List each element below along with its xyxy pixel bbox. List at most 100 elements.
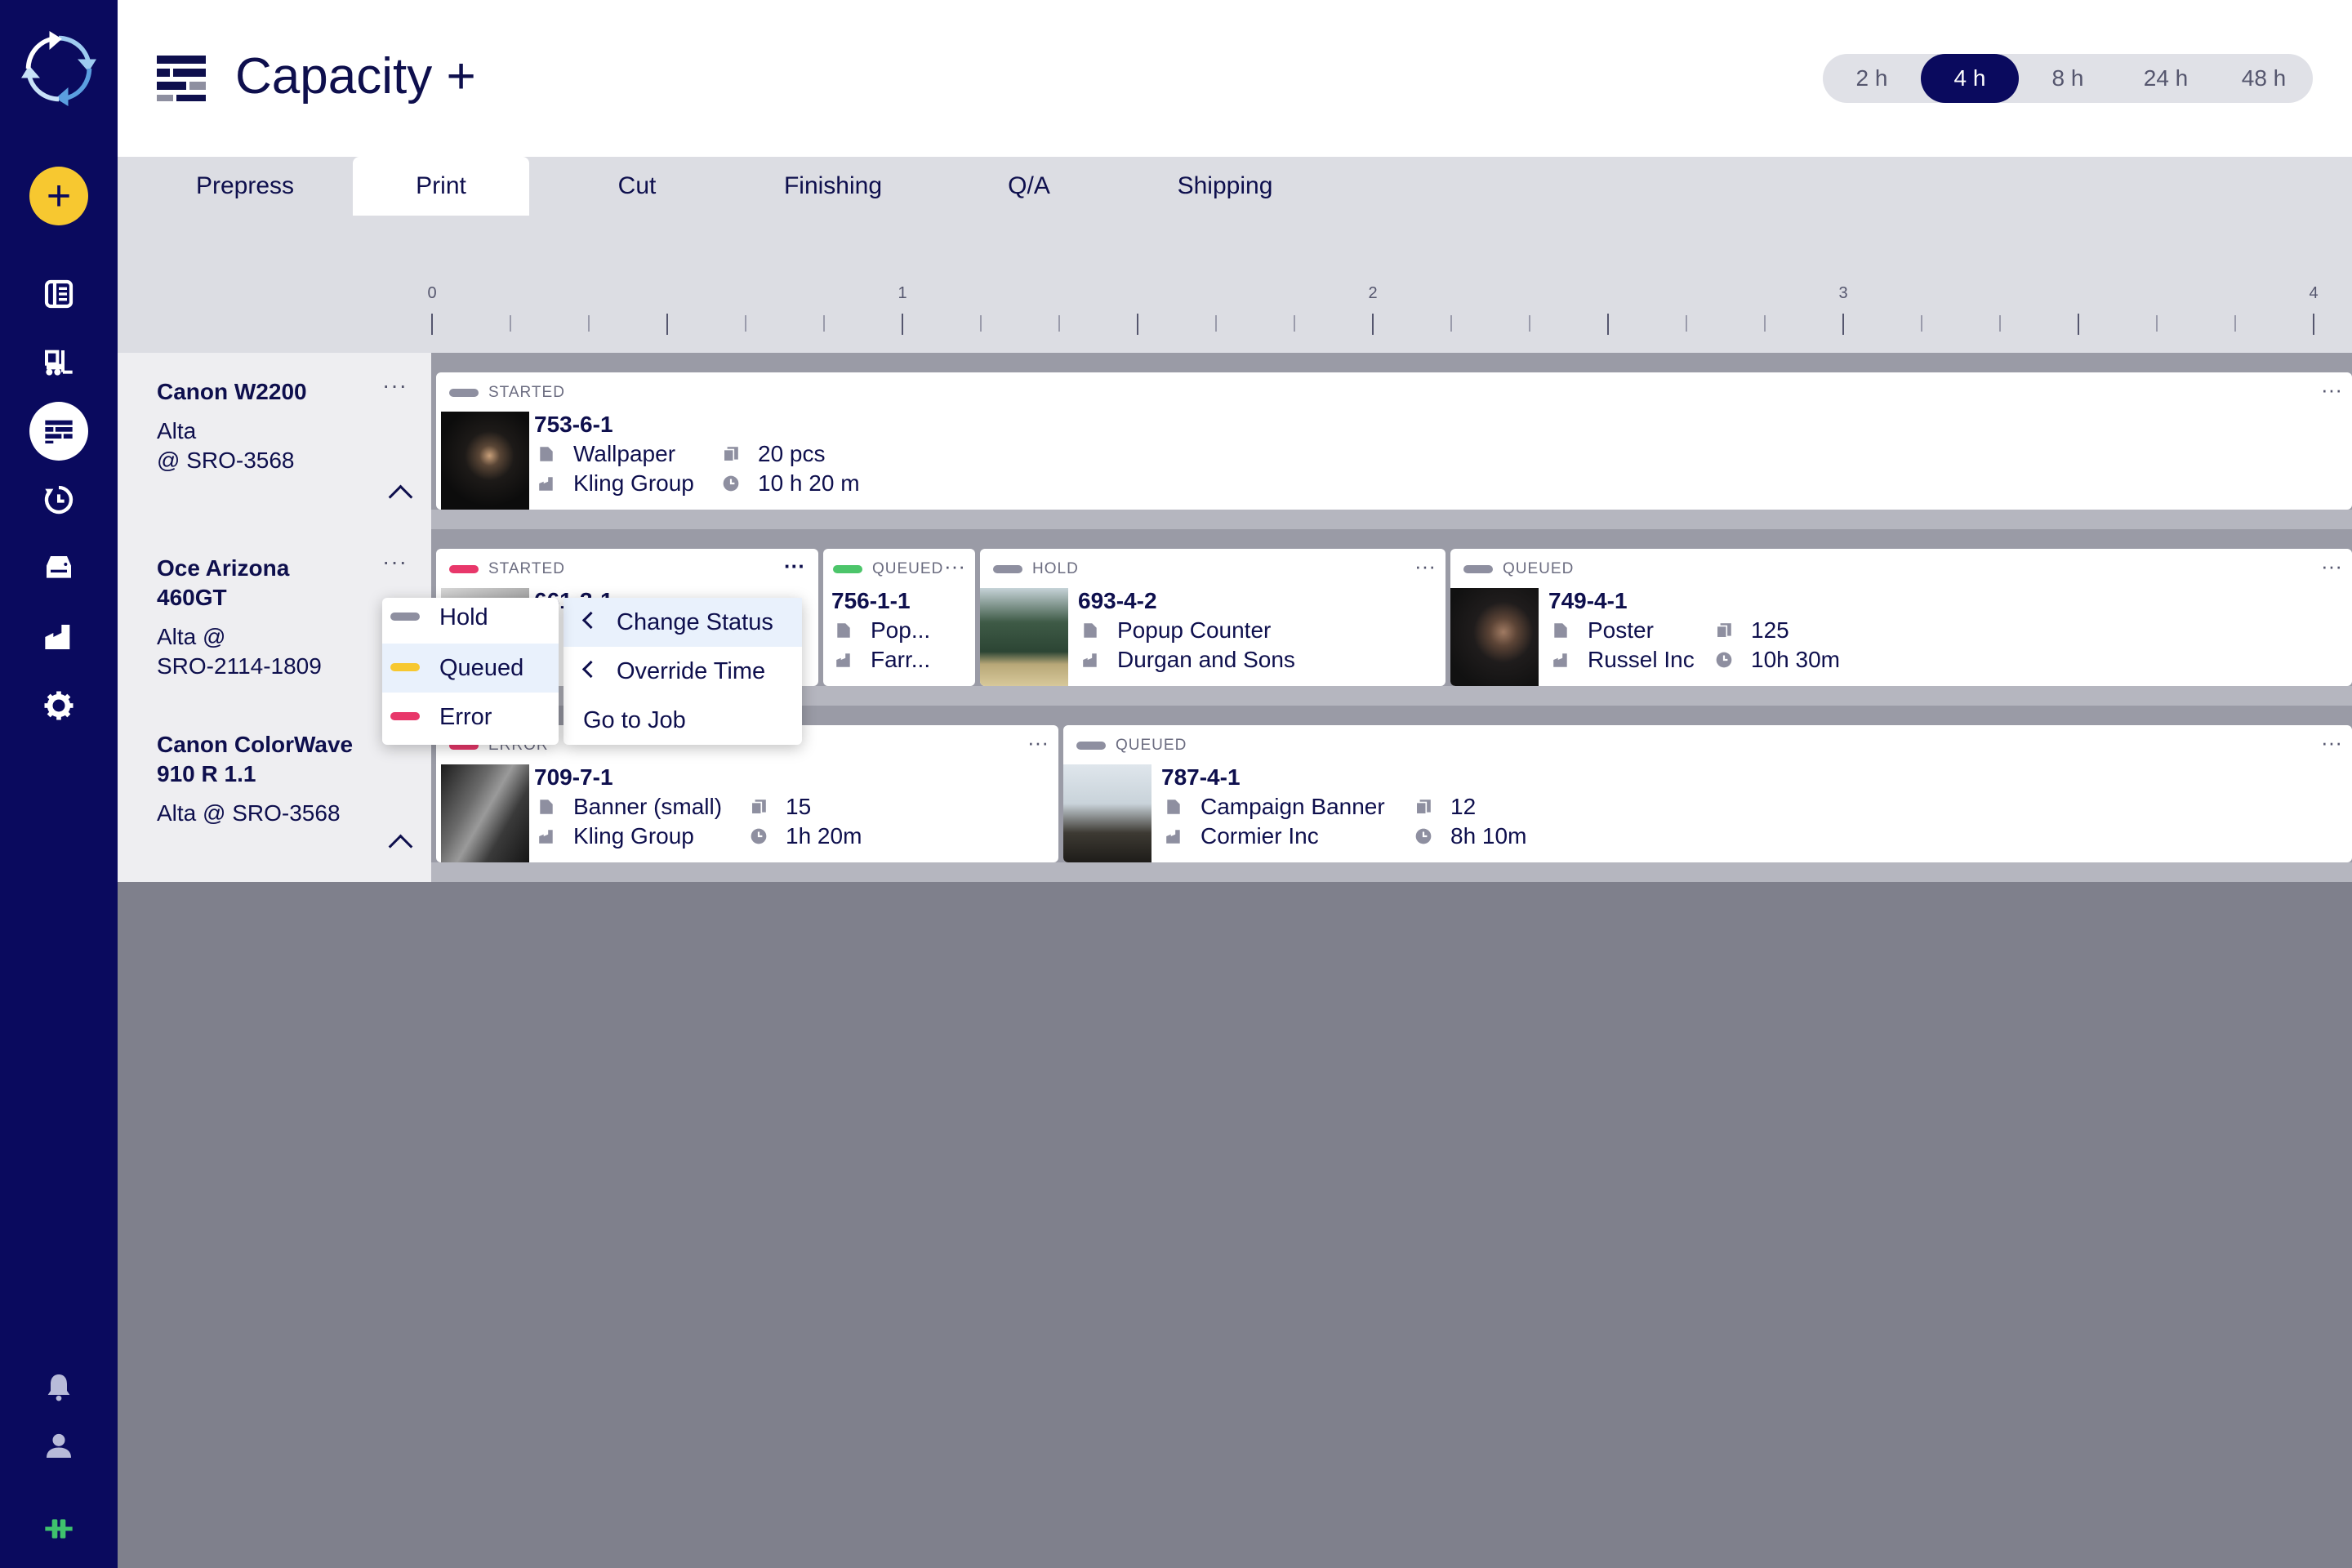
book-icon[interactable] bbox=[29, 265, 88, 323]
ruler-label-0: 0 bbox=[427, 284, 437, 302]
job-status: HOLD bbox=[993, 560, 1079, 578]
printer-icon[interactable] bbox=[29, 539, 88, 598]
range-24h[interactable]: 24 h bbox=[2117, 54, 2215, 103]
menu-change-status[interactable]: Change Status bbox=[564, 598, 802, 647]
range-48h[interactable]: 48 h bbox=[2215, 54, 2313, 103]
job-thumbnail bbox=[980, 588, 1068, 686]
app-logo-icon[interactable] bbox=[20, 29, 98, 108]
range-2h[interactable]: 2 h bbox=[1823, 54, 1921, 103]
job-quantity: 15 bbox=[750, 794, 811, 820]
status-pill bbox=[833, 565, 862, 573]
factory-small-icon bbox=[537, 474, 555, 492]
tab-finishing[interactable]: Finishing bbox=[745, 157, 921, 216]
status-option-error[interactable]: Error bbox=[382, 693, 559, 742]
copies-icon bbox=[1414, 798, 1432, 816]
machine-name: Oce Arizona bbox=[157, 555, 290, 581]
job-id: 753-6-1 bbox=[534, 412, 613, 437]
job-card-693-4-2[interactable]: HOLD ··· 693-4-2 Popup Counter Durgan an… bbox=[980, 549, 1446, 686]
menu-go-to-job[interactable]: Go to Job bbox=[564, 696, 802, 745]
capacity-icon[interactable] bbox=[29, 402, 88, 461]
machine-location-code: SRO-2114-1809 bbox=[157, 653, 322, 679]
clock-icon[interactable] bbox=[29, 470, 88, 529]
connector-icon[interactable] bbox=[29, 1499, 88, 1558]
job-id: 749-4-1 bbox=[1548, 588, 1628, 613]
job-card-756-1-1[interactable]: QUEUED ··· 756-1-1 Pop... Farr... bbox=[823, 549, 975, 686]
job-product: Wallpaper bbox=[537, 441, 675, 467]
bell-icon[interactable] bbox=[29, 1357, 88, 1416]
job-id: 756-1-1 bbox=[831, 588, 911, 613]
job-customer: Farr... bbox=[835, 647, 930, 673]
factory-small-icon bbox=[835, 651, 853, 669]
copies-icon bbox=[1715, 621, 1733, 639]
factory-small-icon bbox=[537, 827, 555, 845]
ruler-tick bbox=[666, 314, 668, 335]
menu-override-time[interactable]: Override Time bbox=[564, 647, 802, 696]
chevron-left-icon bbox=[581, 660, 600, 679]
job-more-icon[interactable]: ··· bbox=[784, 554, 805, 579]
machine-more-icon[interactable]: ··· bbox=[382, 372, 408, 399]
job-more-icon[interactable]: ··· bbox=[944, 554, 965, 579]
machine-canon-w2200[interactable]: Canon W2200 Alta @ SRO-3568 ··· bbox=[118, 353, 431, 529]
job-thumbnail bbox=[441, 412, 529, 510]
clock-small-icon bbox=[1414, 827, 1432, 845]
ruler-label-3: 3 bbox=[1838, 284, 1848, 302]
tab-qa[interactable]: Q/A bbox=[941, 157, 1117, 216]
status-pill bbox=[449, 565, 479, 573]
ruler-tick bbox=[1607, 314, 1609, 335]
factory-small-icon bbox=[1552, 651, 1570, 669]
job-duration: 10 h 20 m bbox=[722, 470, 860, 497]
job-card-749-4-1[interactable]: QUEUED ··· 749-4-1 Poster Russel Inc 125… bbox=[1450, 549, 2352, 686]
forklift-icon[interactable] bbox=[29, 333, 88, 392]
tab-cut[interactable]: Cut bbox=[549, 157, 725, 216]
ruler-tick bbox=[1921, 315, 1922, 332]
capacity-logo-icon bbox=[157, 54, 206, 103]
machine-location-code: @ SRO-3568 bbox=[157, 448, 295, 473]
status-option-hold[interactable]: Hold bbox=[382, 593, 559, 642]
job-more-icon[interactable]: ··· bbox=[2321, 377, 2342, 403]
add-button[interactable]: + bbox=[29, 167, 88, 225]
range-4h[interactable]: 4 h bbox=[1921, 54, 2019, 103]
job-duration: 1h 20m bbox=[750, 823, 862, 849]
user-icon[interactable] bbox=[29, 1416, 88, 1475]
factory-icon[interactable] bbox=[29, 608, 88, 666]
job-status: QUEUED bbox=[1463, 560, 1574, 578]
job-card-709-7-1[interactable]: ERROR ··· 709-7-1 Banner (small) Kling G… bbox=[436, 725, 1058, 862]
ruler-tick bbox=[2156, 315, 2158, 332]
machine-location: Alta @ SRO-3568 bbox=[157, 800, 341, 826]
tab-print[interactable]: Print bbox=[353, 157, 529, 216]
machine-name: Canon W2200 bbox=[157, 379, 307, 404]
gear-icon[interactable] bbox=[29, 676, 88, 735]
ruler-tick bbox=[2078, 314, 2079, 335]
machine-more-icon[interactable]: ··· bbox=[382, 549, 408, 575]
ruler-tick bbox=[1529, 315, 1530, 332]
job-id: 787-4-1 bbox=[1161, 764, 1241, 790]
copies-icon bbox=[722, 445, 740, 463]
job-id: 693-4-2 bbox=[1078, 588, 1157, 613]
time-range-selector[interactable]: 2 h 4 h 8 h 24 h 48 h bbox=[1823, 54, 2313, 103]
machine-name-line2: 910 R 1.1 bbox=[157, 761, 256, 786]
job-card-753-6-1[interactable]: STARTED ··· 753-6-1 Wallpaper Kling Grou… bbox=[436, 372, 2352, 510]
job-status: STARTED bbox=[449, 560, 565, 578]
ruler-tick bbox=[588, 315, 590, 332]
range-8h[interactable]: 8 h bbox=[2019, 54, 2117, 103]
tab-shipping[interactable]: Shipping bbox=[1137, 157, 1313, 216]
ruler-tick bbox=[1058, 315, 1060, 332]
job-card-787-4-1[interactable]: QUEUED ··· 787-4-1 Campaign Banner Cormi… bbox=[1063, 725, 2352, 862]
ruler-tick bbox=[1372, 314, 1374, 335]
add-icon: + bbox=[46, 172, 72, 220]
job-more-icon[interactable]: ··· bbox=[1414, 554, 1436, 579]
status-pill bbox=[1076, 742, 1106, 750]
job-more-icon[interactable]: ··· bbox=[2321, 730, 2342, 755]
job-customer: Durgan and Sons bbox=[1081, 647, 1295, 673]
job-more-icon[interactable]: ··· bbox=[2321, 554, 2342, 579]
job-customer: Russel Inc bbox=[1552, 647, 1695, 673]
job-duration: 10h 30m bbox=[1715, 647, 1840, 673]
collapse-chevron-icon[interactable] bbox=[388, 834, 413, 859]
job-more-icon[interactable]: ··· bbox=[1027, 730, 1049, 755]
document-icon bbox=[537, 445, 555, 463]
factory-small-icon bbox=[1165, 827, 1183, 845]
job-quantity: 20 pcs bbox=[722, 441, 826, 467]
status-option-queued[interactable]: Queued bbox=[382, 644, 559, 693]
collapse-chevron-icon[interactable] bbox=[388, 484, 413, 510]
tab-prepress[interactable]: Prepress bbox=[157, 157, 333, 216]
